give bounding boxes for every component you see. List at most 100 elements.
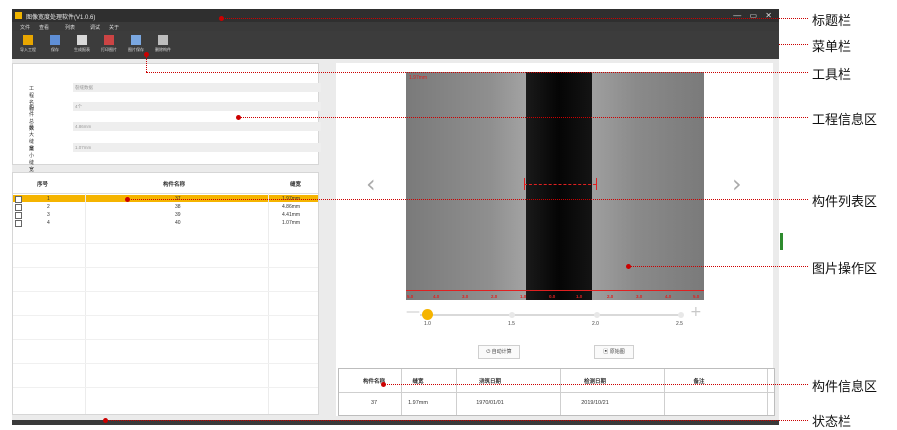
row-checkbox[interactable]: [15, 211, 22, 219]
printer-icon: [104, 35, 114, 45]
callout-line: [128, 199, 808, 200]
menu-view[interactable]: 查看: [39, 24, 49, 31]
callout-line: [146, 55, 147, 72]
info-grid-line: [767, 369, 768, 415]
menu-bar: 文件 查看 列表 调试 关于: [12, 22, 779, 31]
generate-report-label: 生成报表: [74, 47, 90, 52]
info-grid-line: [664, 369, 665, 415]
generate-report-button[interactable]: 生成报表: [69, 34, 95, 58]
import-project-label: 导入工程: [20, 47, 36, 52]
list-grid-line: [85, 193, 86, 414]
import-project-button[interactable]: 导入工程: [15, 34, 41, 58]
measure-edge-right[interactable]: [596, 178, 597, 190]
callout-line: [239, 117, 808, 118]
image-icon: ▣: [603, 349, 609, 355]
delete-component-button[interactable]: 删除构件: [150, 34, 176, 58]
annotation-menu-bar: 菜单栏: [812, 40, 852, 55]
report-icon: [77, 35, 87, 45]
list-grid-line: [13, 387, 318, 388]
power-icon: ⏻: [486, 349, 491, 355]
info-width-value: 1.97mm: [408, 400, 428, 406]
next-image-icon[interactable]: ›: [732, 170, 742, 198]
slider-knob[interactable]: [422, 309, 433, 320]
save-label: 保存: [51, 47, 59, 52]
row-width: 4.86mm: [282, 203, 301, 210]
table-row[interactable]: 4 40 1.07mm: [13, 219, 318, 227]
scroll-indicator[interactable]: [780, 233, 783, 250]
callout-line: [384, 384, 808, 385]
row-index: 4: [47, 219, 50, 226]
list-grid-line: [268, 193, 269, 414]
ruler-tick: 3.0: [462, 294, 469, 299]
prev-image-icon[interactable]: ‹: [366, 170, 376, 198]
callout-line: [106, 420, 808, 421]
image-crack-region: [526, 72, 592, 300]
slider-label: 1.0: [424, 321, 431, 327]
app-logo-icon: [15, 12, 22, 19]
component-list-header: 序号 构件名称 缝宽: [13, 173, 318, 194]
row-index: 3: [47, 211, 50, 218]
crack-width-label: 1.97mm: [409, 75, 428, 81]
print-image-button[interactable]: 打印图片: [96, 34, 122, 58]
row-name: 38: [175, 203, 181, 210]
zoom-slider[interactable]: [420, 309, 684, 320]
zoom-in-icon[interactable]: +: [690, 304, 702, 320]
list-grid-line: [13, 291, 318, 292]
original-image-button[interactable]: ▣ 原始图: [594, 345, 634, 359]
min-width-value: 1.07mm: [73, 143, 321, 152]
callout-line: [629, 266, 808, 267]
list-grid-line: [13, 243, 318, 244]
ruler-tick: 4.0: [665, 294, 672, 299]
row-width: 4.41mm: [282, 211, 301, 218]
save-button[interactable]: 保存: [42, 34, 68, 58]
menu-file[interactable]: 文件: [20, 24, 30, 31]
annotation-status-bar: 状态栏: [812, 415, 852, 430]
menu-list[interactable]: 列表: [65, 24, 75, 31]
ruler-tick: 3.0: [636, 294, 643, 299]
slider-stop: [509, 312, 515, 318]
auto-calc-button[interactable]: ⏻ 自动计算: [478, 345, 520, 359]
measure-edge-left[interactable]: [524, 178, 525, 190]
zoom-out-icon[interactable]: —: [406, 304, 420, 320]
ruler-tick: 5.0: [407, 294, 414, 299]
save-image-label: 图片保存: [128, 47, 144, 52]
list-grid-line: [13, 339, 318, 340]
print-image-label: 打印图片: [101, 47, 117, 52]
ruler-tick: 0.0: [549, 294, 556, 299]
ruler-tick: 2.0: [607, 294, 614, 299]
menu-about[interactable]: 关于: [109, 24, 119, 31]
window-title: 图像宽度处理软件(V1.0.6): [26, 15, 96, 21]
image-save-icon: [131, 35, 141, 45]
row-checkbox[interactable]: [15, 219, 22, 227]
component-count-value: 4个: [73, 102, 321, 111]
ruler-tick: 1.0: [576, 294, 583, 299]
auto-calc-label: 自动计算: [491, 349, 512, 355]
table-row[interactable]: 2 38 4.86mm: [13, 203, 318, 211]
slider-label: 2.5: [676, 321, 683, 327]
min-width-label: 最小缝宽: [29, 146, 35, 173]
slider-label: 2.0: [592, 321, 599, 327]
row-name: 40: [175, 219, 181, 226]
slider-stop: [594, 312, 600, 318]
row-checkbox[interactable]: [15, 195, 22, 203]
list-grid-line: [13, 267, 318, 268]
row-checkbox[interactable]: [15, 203, 22, 211]
max-width-value: 4.86mm: [73, 122, 321, 131]
col-width: 缝宽: [290, 182, 302, 188]
info-cast-date-value: 1970/01/01: [476, 400, 504, 406]
annotation-list-area: 构件列表区: [812, 195, 878, 210]
info-grid-line: [456, 369, 457, 415]
slider-label: 1.5: [508, 321, 515, 327]
row-index: 1: [47, 195, 50, 202]
folder-open-icon: [23, 35, 33, 45]
table-row[interactable]: 3 39 4.41mm: [13, 211, 318, 219]
callout-line: [222, 18, 808, 19]
delete-component-label: 删除构件: [155, 47, 171, 52]
col-name: 构件名称: [163, 182, 186, 188]
ruler-tick: 4.0: [433, 294, 440, 299]
info-grid-line: [401, 369, 402, 415]
component-info-table: 构件名称 缝宽 浇筑日期 检测日期 备注 37 1.97mm 1970/01/0…: [338, 368, 775, 416]
annotation-title-bar: 标题栏: [812, 14, 852, 29]
original-image-label: 原始图: [609, 349, 625, 355]
menu-debug[interactable]: 调试: [90, 24, 100, 31]
